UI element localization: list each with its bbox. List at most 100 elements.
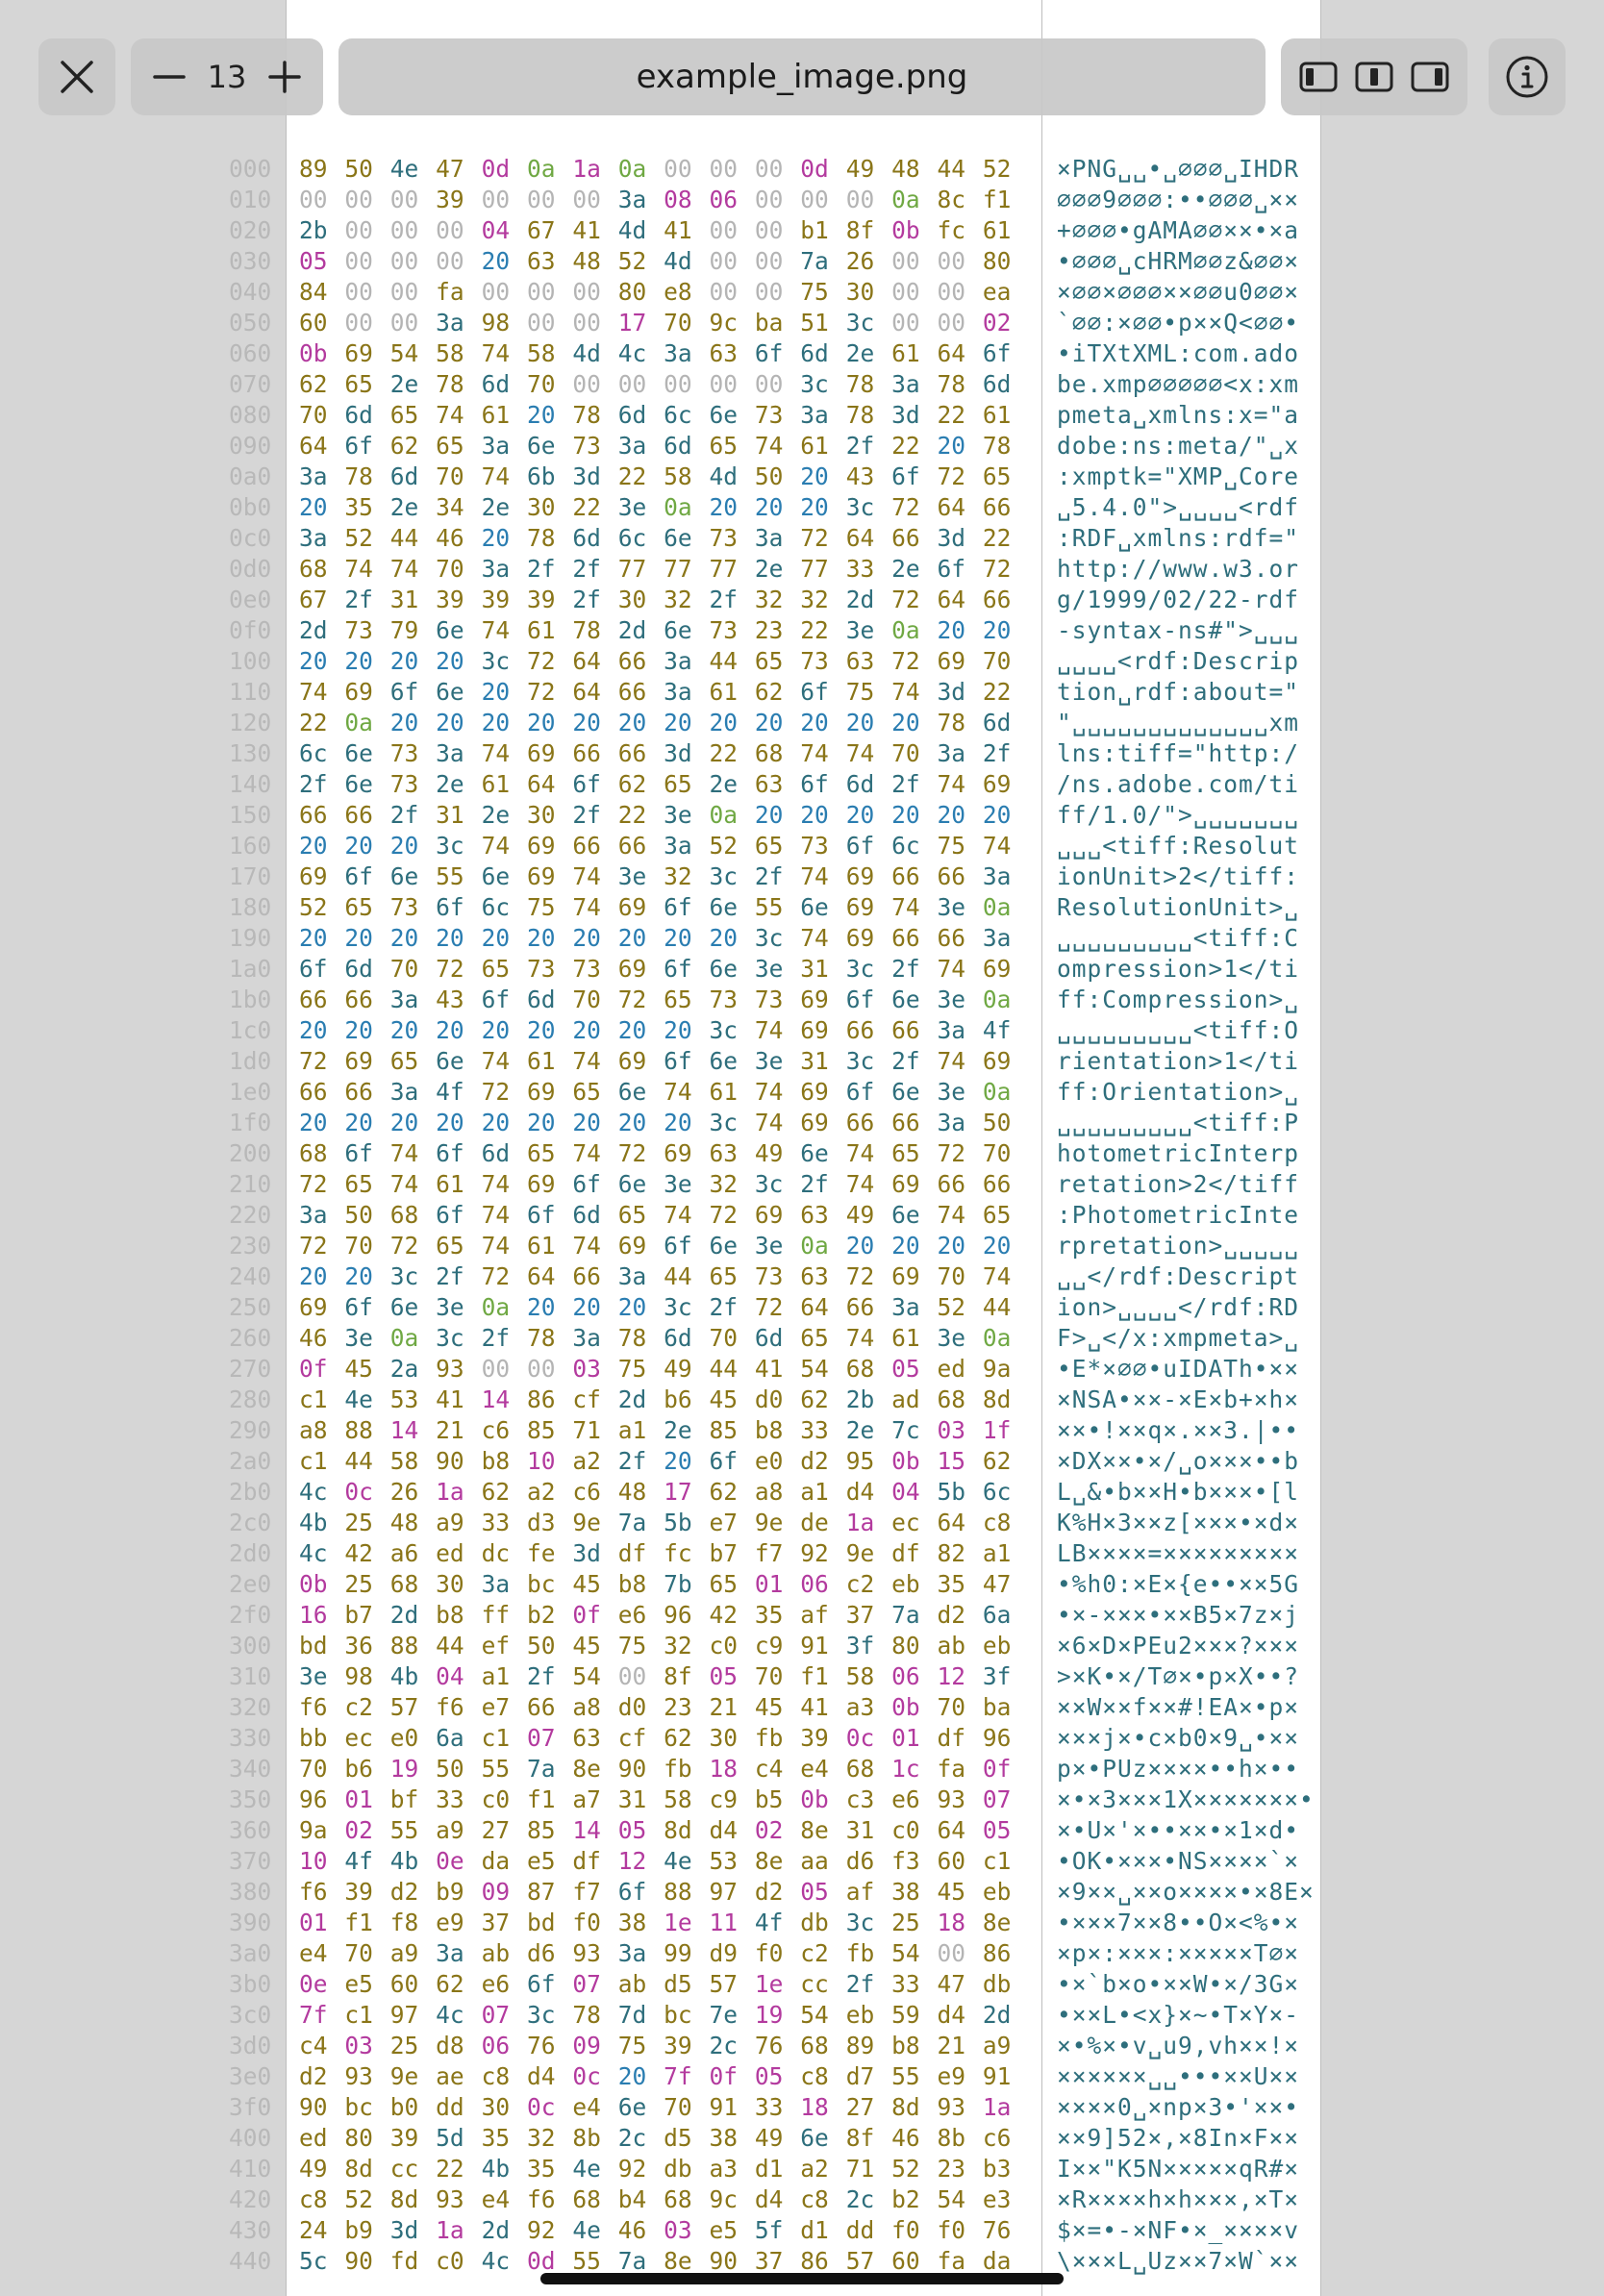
hex-byte[interactable]: 27 [482,1815,527,1846]
hex-byte[interactable]: 80 [618,277,664,308]
hex-byte[interactable]: 8c [937,185,982,215]
row-hex-bytes[interactable]: 20 35 2e 34 2e 30 22 3e 0a 20 20 20 3c 72 64 66 [299,492,1030,523]
row-hex-bytes[interactable]: ed 80 39 5d 35 32 8b 2c d5 38 49 6e 8f 46 8b c6 [299,2123,1030,2154]
hex-byte[interactable]: 58 [664,1784,709,1815]
hex-byte[interactable]: 2f [846,431,891,462]
hex-byte[interactable]: 62 [800,1385,845,1415]
hex-byte[interactable]: 44 [710,646,755,677]
hex-byte[interactable]: 68 [299,554,344,585]
hex-byte[interactable]: 00 [572,308,617,338]
hex-byte[interactable]: 58 [664,462,709,492]
hex-byte[interactable]: 0a [390,1323,436,1354]
hex-byte[interactable]: 97 [710,1877,755,1908]
hex-byte[interactable]: 20 [800,492,845,523]
hex-byte[interactable]: 60 [390,1969,436,2000]
hex-byte[interactable]: d6 [527,1938,572,1969]
hex-byte[interactable]: 10 [527,1446,572,1477]
hex-byte[interactable]: bc [344,2092,389,2123]
hex-byte[interactable]: 4e [390,154,436,185]
hex-byte[interactable]: 8d [390,2184,436,2215]
hex-byte[interactable]: 74 [390,554,436,585]
hex-byte[interactable]: 76 [983,2215,1028,2246]
hex-byte[interactable]: 6f [983,338,1028,369]
hex-byte[interactable]: 6e [390,1292,436,1323]
hex-byte[interactable]: b8 [482,1446,527,1477]
hex-byte[interactable]: 72 [527,677,572,708]
hex-byte[interactable]: a2 [572,1446,617,1477]
hex-byte[interactable]: 3c [755,923,800,954]
hex-byte[interactable]: 65 [710,1261,755,1292]
hex-byte[interactable]: c2 [344,1692,389,1723]
hex-byte[interactable]: 44 [710,1354,755,1385]
hex-byte[interactable]: 6f [527,1200,572,1231]
hex-byte[interactable]: 54 [390,338,436,369]
hex-byte[interactable]: 62 [710,1477,755,1508]
hex-byte[interactable]: 6d [572,523,617,554]
hex-byte[interactable]: 00 [891,308,937,338]
hex-byte[interactable]: ea [983,277,1028,308]
row-ascii[interactable]: ␣␣␣␣␣␣␣␣␣<tiff:O [1057,1015,1299,1046]
hex-byte[interactable]: 23 [755,615,800,646]
hex-byte[interactable]: f3 [891,1846,937,1877]
hex-byte[interactable]: 2e [846,1415,891,1446]
hex-byte[interactable]: 7f [664,2061,709,2092]
hex-byte[interactable]: 65 [800,1323,845,1354]
hex-byte[interactable]: 64 [299,431,344,462]
hex-byte[interactable]: 6d [482,369,527,400]
hex-byte[interactable]: 20 [937,431,982,462]
hex-byte[interactable]: 20 [527,1292,572,1323]
hex-byte[interactable]: 2f [527,554,572,585]
hex-byte[interactable]: 22 [618,462,664,492]
hex-byte[interactable]: fc [664,1538,709,1569]
hex-byte[interactable]: 4c [436,2000,481,2031]
hex-byte[interactable]: 6f [344,431,389,462]
hex-byte[interactable]: cf [618,1723,664,1754]
hex-byte[interactable]: eb [891,1569,937,1600]
hex-byte[interactable]: 74 [482,1200,527,1231]
row-hex-bytes[interactable]: 16 b7 2d b8 ff b2 0f e6 96 42 35 af 37 7a d2 6a [299,1600,1030,1631]
hex-byte[interactable]: 66 [618,738,664,769]
row-ascii[interactable]: ×∅∅×∅∅∅××∅∅u0∅∅× [1057,277,1299,308]
hex-byte[interactable]: 2f [618,1446,664,1477]
hex-byte[interactable]: 20 [344,831,389,861]
hex-byte[interactable]: 4d [710,462,755,492]
hex-byte[interactable]: fd [390,2246,436,2277]
row-ascii[interactable]: :RDF␣xmlns:rdf=" [1057,523,1299,554]
hex-byte[interactable]: b6 [664,1385,709,1415]
hex-byte[interactable]: 6c [983,1477,1028,1508]
hex-byte[interactable]: 33 [846,554,891,585]
hex-byte[interactable]: 66 [572,738,617,769]
hex-byte[interactable]: 3e [436,1292,481,1323]
hex-byte[interactable]: 6c [618,523,664,554]
hex-byte[interactable]: f8 [390,1908,436,1938]
hex-byte[interactable]: 37 [846,1600,891,1631]
hex-byte[interactable]: 0e [299,1969,344,2000]
hex-byte[interactable]: 65 [527,1138,572,1169]
hex-byte[interactable]: 69 [527,861,572,892]
hex-byte[interactable]: 52 [299,892,344,923]
hex-byte[interactable]: a1 [482,1661,527,1692]
hex-byte[interactable]: c0 [436,2246,481,2277]
hex-byte[interactable]: 6f [846,1077,891,1108]
hex-byte[interactable]: 16 [299,1600,344,1631]
row-hex-bytes[interactable]: 3a 50 68 6f 74 6f 6d 65 74 72 69 63 49 6e 74 65 [299,1200,1030,1231]
hex-byte[interactable]: 2d [983,2000,1028,2031]
hex-byte[interactable]: 58 [527,338,572,369]
hex-byte[interactable]: 74 [664,1200,709,1231]
hex-byte[interactable]: 6f [572,769,617,800]
hex-byte[interactable]: 30 [710,1723,755,1754]
hex-byte[interactable]: bf [390,1784,436,1815]
hex-byte[interactable]: 47 [436,154,481,185]
hex-byte[interactable]: 75 [800,277,845,308]
hex-byte[interactable]: 64 [937,1508,982,1538]
hex-byte[interactable]: 4e [664,1846,709,1877]
hex-byte[interactable]: 67 [299,585,344,615]
hex-byte[interactable]: 8e [755,1846,800,1877]
row-hex-bytes[interactable]: 89 50 4e 47 0d 0a 1a 0a 00 00 00 0d 49 48 44 52 [299,154,1030,185]
hex-byte[interactable]: bd [299,1631,344,1661]
hex-byte[interactable]: ed [937,1354,982,1385]
hex-byte[interactable]: 31 [800,1046,845,1077]
hex-byte[interactable]: df [572,1846,617,1877]
hex-byte[interactable]: 73 [527,954,572,985]
row-hex-bytes[interactable]: bd 36 88 44 ef 50 45 75 32 c0 c9 91 3f 80 ab eb [299,1631,1030,1661]
